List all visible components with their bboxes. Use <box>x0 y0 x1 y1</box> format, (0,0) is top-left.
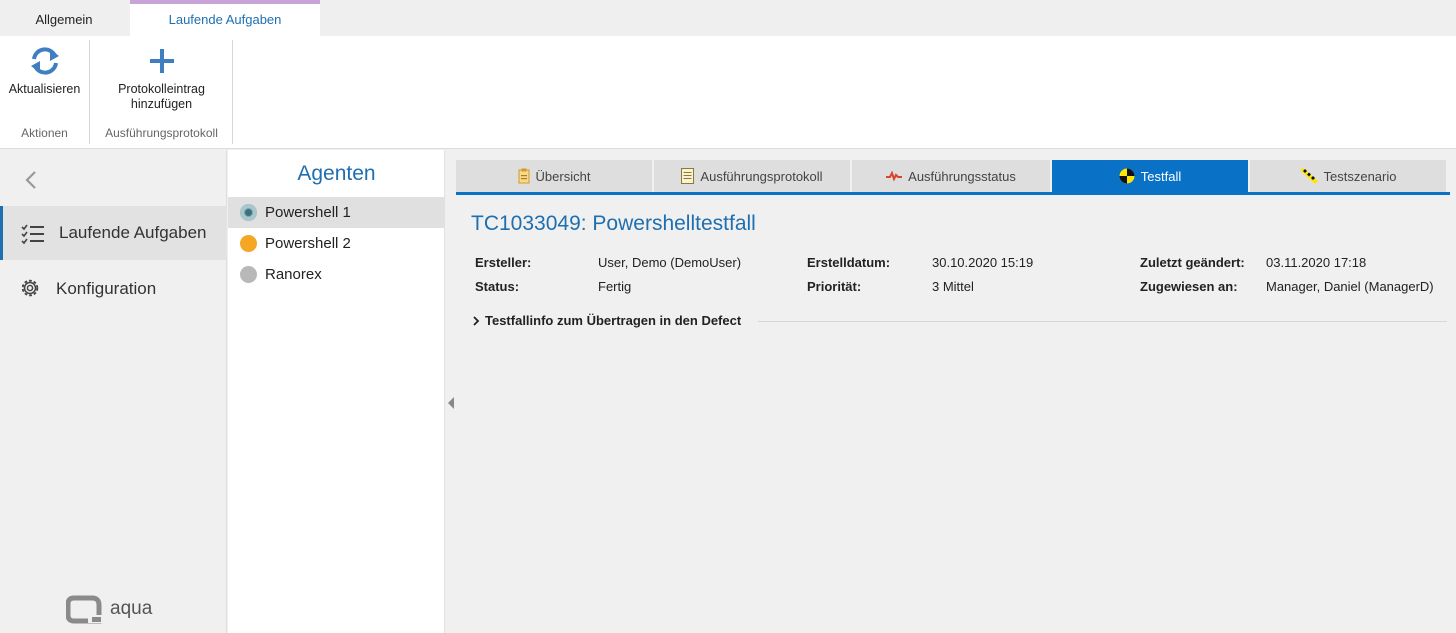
detail-tab-bar: Übersicht Ausführungsprotokoll Ausführun… <box>456 160 1450 195</box>
test-case-title: TC1033049: Powershelltestfall <box>471 212 756 235</box>
agent-status-dot <box>240 235 257 252</box>
ribbon-tab-laufende-aufgaben[interactable]: Laufende Aufgaben <box>130 0 320 36</box>
agent-status-dot <box>240 204 257 221</box>
add-log-entry-button[interactable]: Protokolleintrag hinzufügen <box>91 46 232 112</box>
defect-info-label: Testfallinfo zum Übertragen in den Defec… <box>485 313 742 328</box>
refresh-button-label: Aktualisieren <box>8 82 81 96</box>
plus-icon <box>149 49 174 73</box>
agent-label: Ranorex <box>265 266 322 283</box>
agent-status-dot <box>240 266 257 283</box>
ribbon-group-label: Ausführungsprotokoll <box>105 126 218 140</box>
tab-label: Ausführungsprotokoll <box>700 169 823 184</box>
ribbon: Aktualisieren Aktionen Protokolleintrag … <box>0 36 1456 149</box>
nav-item-label: Laufende Aufgaben <box>59 223 207 242</box>
ribbon-group-ausfuehrungsprotokoll: Protokolleintrag hinzufügen Ausführungsp… <box>91 40 233 144</box>
ribbon-group-label: Aktionen <box>21 126 68 140</box>
defect-info-expander[interactable]: Testfallinfo zum Übertragen in den Defec… <box>473 313 1447 329</box>
agent-label: Powershell 2 <box>265 235 351 252</box>
assigned-label: Zugewiesen an: <box>1140 279 1238 294</box>
ribbon-tab-allgemein[interactable]: Allgemein <box>0 0 128 36</box>
tab-uebersicht[interactable]: Übersicht <box>456 160 652 192</box>
checklist-icon <box>21 224 44 245</box>
detail-panel: Übersicht Ausführungsprotokoll Ausführun… <box>446 150 1456 633</box>
agents-title: Agenten <box>297 162 376 185</box>
tab-label: Testszenario <box>1323 169 1397 184</box>
gear-icon <box>21 279 39 297</box>
left-navigation: Laufende Aufgaben Konfiguration aqua <box>0 150 227 633</box>
crash-test-icon <box>1119 168 1135 184</box>
refresh-button[interactable]: Aktualisieren <box>0 46 89 97</box>
add-log-entry-label-1: Protokolleintrag <box>118 82 205 96</box>
created-label: Erstelldatum: <box>807 255 891 270</box>
agent-label: Powershell 1 <box>265 204 351 221</box>
creator-label: Ersteller: <box>475 255 532 270</box>
tab-label: Ausführungsstatus <box>908 169 1016 184</box>
nav-item-laufende-aufgaben[interactable]: Laufende Aufgaben <box>0 206 227 260</box>
aqua-logo: aqua <box>65 595 152 625</box>
status-value: Fertig <box>598 279 632 294</box>
ribbon-tab-bar: Allgemein Laufende Aufgaben <box>0 0 1456 36</box>
modified-value: 03.11.2020 17:18 <box>1266 255 1367 270</box>
tab-label: Übersicht <box>535 169 591 184</box>
tab-testszenario[interactable]: Testszenario <box>1250 160 1446 192</box>
status-label: Status: <box>475 279 520 294</box>
collapse-panel-icon[interactable] <box>447 396 455 410</box>
back-chevron-icon[interactable] <box>20 168 44 192</box>
tab-ausfuehrungsprotokoll[interactable]: Ausführungsprotokoll <box>654 160 850 192</box>
divider <box>758 321 1447 322</box>
logo-text: aqua <box>110 598 153 619</box>
nav-item-label: Konfiguration <box>56 279 157 298</box>
clipboard-icon <box>518 168 530 184</box>
document-icon <box>681 167 695 184</box>
agent-item[interactable]: Powershell 2 <box>228 228 445 259</box>
priority-label: Priorität: <box>807 279 862 294</box>
add-log-entry-label-2: hinzufügen <box>130 97 193 111</box>
tab-label: Testfall <box>1140 169 1182 184</box>
modified-label: Zuletzt geändert: <box>1140 255 1245 270</box>
agent-item[interactable]: Powershell 1 <box>228 197 445 228</box>
creator-value: User, Demo (DemoUser) <box>598 255 742 270</box>
aqua-logo-icon <box>65 595 102 624</box>
refresh-icon <box>30 47 59 75</box>
tab-ausfuehrungsstatus[interactable]: Ausführungsstatus <box>852 160 1050 192</box>
scenario-icon <box>1299 167 1318 184</box>
priority-value: 3 Mittel <box>932 279 974 294</box>
chevron-right-icon <box>473 316 480 326</box>
assigned-value: Manager, Daniel (ManagerD) <box>1266 279 1434 294</box>
tab-testfall[interactable]: Testfall <box>1052 160 1248 192</box>
created-value: 30.10.2020 15:19 <box>932 255 1034 270</box>
agent-item[interactable]: Ranorex <box>228 259 445 290</box>
ribbon-group-aktionen: Aktualisieren Aktionen <box>0 40 90 144</box>
agents-panel: Agenten Powershell 1 Powershell 2 Ranore… <box>228 150 445 633</box>
status-wave-icon <box>886 170 903 181</box>
nav-item-konfiguration[interactable]: Konfiguration <box>0 262 227 316</box>
